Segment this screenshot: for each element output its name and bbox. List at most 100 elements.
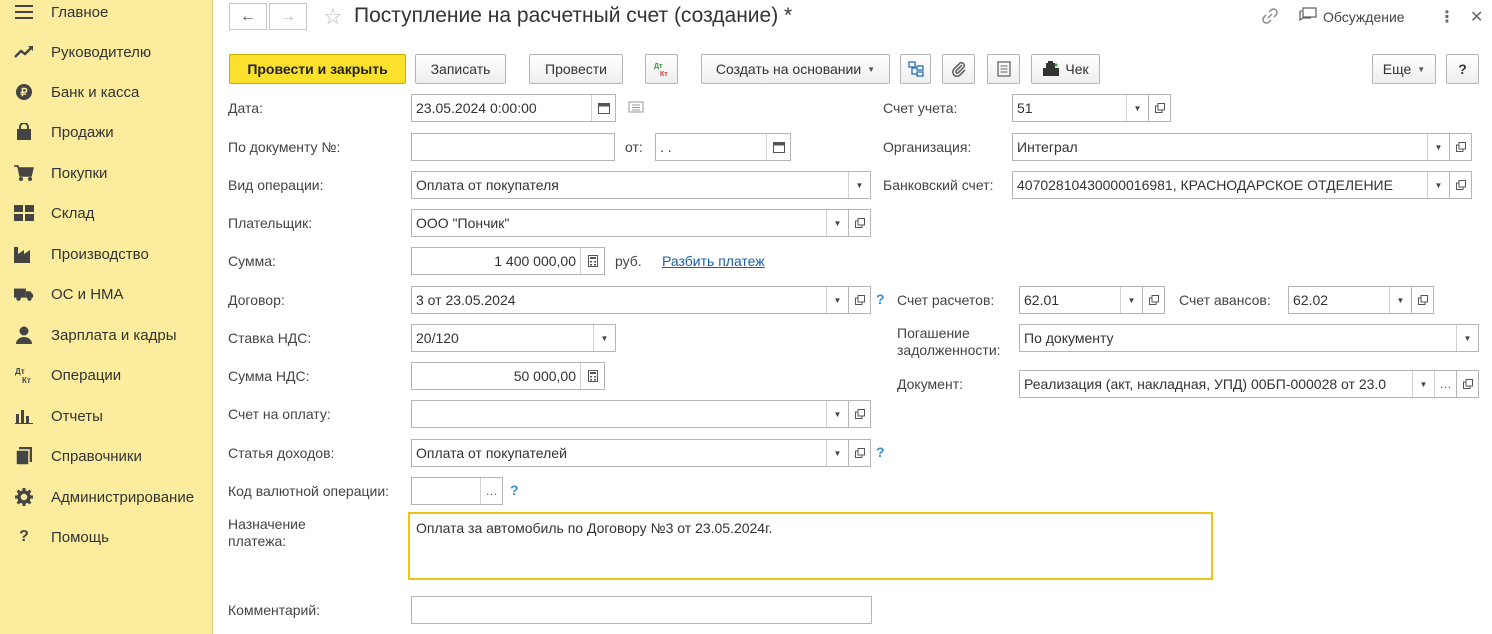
dropdown-icon[interactable]: ▼ [826, 287, 848, 313]
sidebar-item-warehouse[interactable]: Склад [0, 193, 212, 233]
operation-type-label: Вид операции: [228, 177, 324, 193]
help-button[interactable]: ? [1446, 54, 1479, 84]
paperclip-icon [951, 61, 966, 77]
close-button[interactable]: ✕ [1470, 7, 1483, 27]
sidebar-item-help[interactable]: ? Помощь [0, 517, 212, 557]
dropdown-icon[interactable]: ▼ [1126, 95, 1148, 121]
sidebar-item-directories[interactable]: Справочники [0, 436, 212, 476]
sidebar-item-purchases[interactable]: Покупки [0, 153, 212, 193]
sidebar-item-bank[interactable]: ₽ Банк и касса [0, 72, 212, 112]
income-item-select[interactable]: Оплата от покупателей ▼ [411, 439, 849, 467]
open-payer-button[interactable] [849, 209, 871, 237]
doc-date-from-label: от: [625, 139, 643, 155]
link-button[interactable] [1261, 7, 1279, 28]
open-icon [1148, 295, 1159, 305]
receipt-button[interactable]: Чек [1031, 54, 1100, 84]
main-area: ← → ☆ Поступление на расчетный счет (соз… [213, 0, 1492, 634]
advance-account-select[interactable]: 62.02 ▼ [1288, 286, 1412, 314]
date-field[interactable]: 23.05.2024 0:00:00 [411, 94, 616, 122]
sidebar-item-operations[interactable]: Дт Кт Операции [0, 355, 212, 395]
calendar-icon[interactable] [591, 95, 615, 121]
sidebar-item-production[interactable]: Производство [0, 234, 212, 274]
save-button[interactable]: Записать [415, 54, 506, 84]
calendar-icon[interactable] [766, 134, 790, 160]
contract-label: Договор: [228, 292, 285, 308]
doc-date-input[interactable]: . . [655, 133, 791, 161]
sum-label: Сумма: [228, 253, 276, 269]
contract-select[interactable]: 3 от 23.05.2024 ▼ [411, 286, 849, 314]
bank-account-select[interactable]: 40702810430000016981, КРАСНОДАРСКОЕ ОТДЕ… [1012, 171, 1450, 199]
dropdown-icon[interactable]: ▼ [1456, 325, 1478, 351]
dt-kt-button[interactable]: Дт Кт [645, 54, 678, 84]
payer-select[interactable]: ООО "Пончик" ▼ [411, 209, 849, 237]
operation-type-select[interactable]: Оплата от покупателя ▼ [411, 171, 871, 199]
sidebar-item-main[interactable]: Главное [0, 0, 212, 32]
sidebar-item-fixed-assets[interactable]: ОС и НМА [0, 274, 212, 314]
open-account-button[interactable] [1149, 94, 1171, 122]
dropdown-icon[interactable]: ▼ [1427, 172, 1449, 198]
dropdown-icon[interactable]: ▼ [826, 440, 848, 466]
organization-select[interactable]: Интеграл ▼ [1012, 133, 1450, 161]
open-income-item-button[interactable] [849, 439, 871, 467]
create-based-on-button[interactable]: Создать на основании ▼ [701, 54, 890, 84]
ellipsis-icon[interactable]: … [480, 478, 502, 504]
document-select[interactable]: Реализация (акт, накладная, УПД) 00БП-00… [1019, 370, 1457, 398]
doc-number-input[interactable] [411, 133, 615, 161]
svg-text:Дт: Дт [15, 367, 25, 376]
dropdown-icon[interactable]: ▼ [593, 325, 615, 351]
split-payment-link[interactable]: Разбить платеж [662, 253, 765, 269]
sum-input[interactable]: 1 400 000,00 [411, 247, 605, 275]
comment-input[interactable] [411, 596, 872, 624]
open-settlement-account-button[interactable] [1143, 286, 1165, 314]
post-button[interactable]: Провести [529, 54, 623, 84]
more-actions-button[interactable]: ⋮ [1439, 7, 1455, 27]
dropdown-icon[interactable]: ▼ [826, 401, 848, 427]
dropdown-icon[interactable]: ▼ [1389, 287, 1411, 313]
open-contract-button[interactable] [849, 286, 871, 314]
sidebar-item-reports[interactable]: Отчеты [0, 396, 212, 436]
print-list-button[interactable] [987, 54, 1020, 84]
arrow-right-icon: → [280, 7, 296, 25]
discussion-button[interactable]: Обсуждение [1299, 7, 1405, 26]
history-icon[interactable] [628, 100, 644, 117]
invoice-select[interactable]: ▼ [411, 400, 849, 428]
open-invoice-button[interactable] [849, 400, 871, 428]
open-icon [1462, 379, 1473, 389]
account-select[interactable]: 51 ▼ [1012, 94, 1149, 122]
structure-button[interactable] [900, 54, 931, 84]
open-bank-account-button[interactable] [1450, 171, 1472, 199]
more-button[interactable]: Еще ▼ [1372, 54, 1436, 84]
sidebar-item-administration[interactable]: Администрирование [0, 477, 212, 517]
contract-help-icon[interactable]: ? [876, 291, 885, 307]
settlement-account-select[interactable]: 62.01 ▼ [1019, 286, 1143, 314]
debt-repayment-select[interactable]: По документу ▼ [1019, 324, 1479, 352]
post-and-close-button[interactable]: Провести и закрыть [229, 54, 406, 84]
dropdown-icon[interactable]: ▼ [848, 172, 870, 198]
payment-purpose-textarea[interactable]: Оплата за автомобиль по Договору №3 от 2… [408, 512, 1213, 580]
open-document-button[interactable] [1457, 370, 1479, 398]
back-button[interactable]: ← [229, 3, 267, 30]
dropdown-icon[interactable]: ▼ [1120, 287, 1142, 313]
vat-sum-input[interactable]: 50 000,00 [411, 362, 605, 390]
dropdown-icon[interactable]: ▼ [1427, 134, 1449, 160]
calculator-icon[interactable] [580, 363, 604, 389]
income-item-help-icon[interactable]: ? [876, 444, 885, 460]
vat-rate-select[interactable]: 20/120 ▼ [411, 324, 616, 352]
open-organization-button[interactable] [1450, 133, 1472, 161]
favorite-star-icon[interactable]: ☆ [323, 4, 343, 30]
dropdown-icon[interactable]: ▼ [1412, 371, 1434, 397]
currency-code-input[interactable]: … [411, 477, 503, 505]
comment-label: Комментарий: [228, 602, 321, 618]
sidebar-item-manager[interactable]: Руководителю [0, 32, 212, 72]
dropdown-icon[interactable]: ▼ [826, 210, 848, 236]
ellipsis-icon[interactable]: … [1434, 371, 1456, 397]
attach-button[interactable] [942, 54, 975, 84]
calculator-icon[interactable] [580, 248, 604, 274]
sidebar-item-salary[interactable]: Зарплата и кадры [0, 315, 212, 355]
forward-button[interactable]: → [269, 3, 307, 30]
open-advance-account-button[interactable] [1412, 286, 1434, 314]
date-value: 23.05.2024 0:00:00 [416, 100, 537, 116]
payer-label: Плательщик: [228, 215, 313, 231]
currency-code-help-icon[interactable]: ? [510, 482, 519, 498]
sidebar-item-sales[interactable]: Продажи [0, 112, 212, 152]
